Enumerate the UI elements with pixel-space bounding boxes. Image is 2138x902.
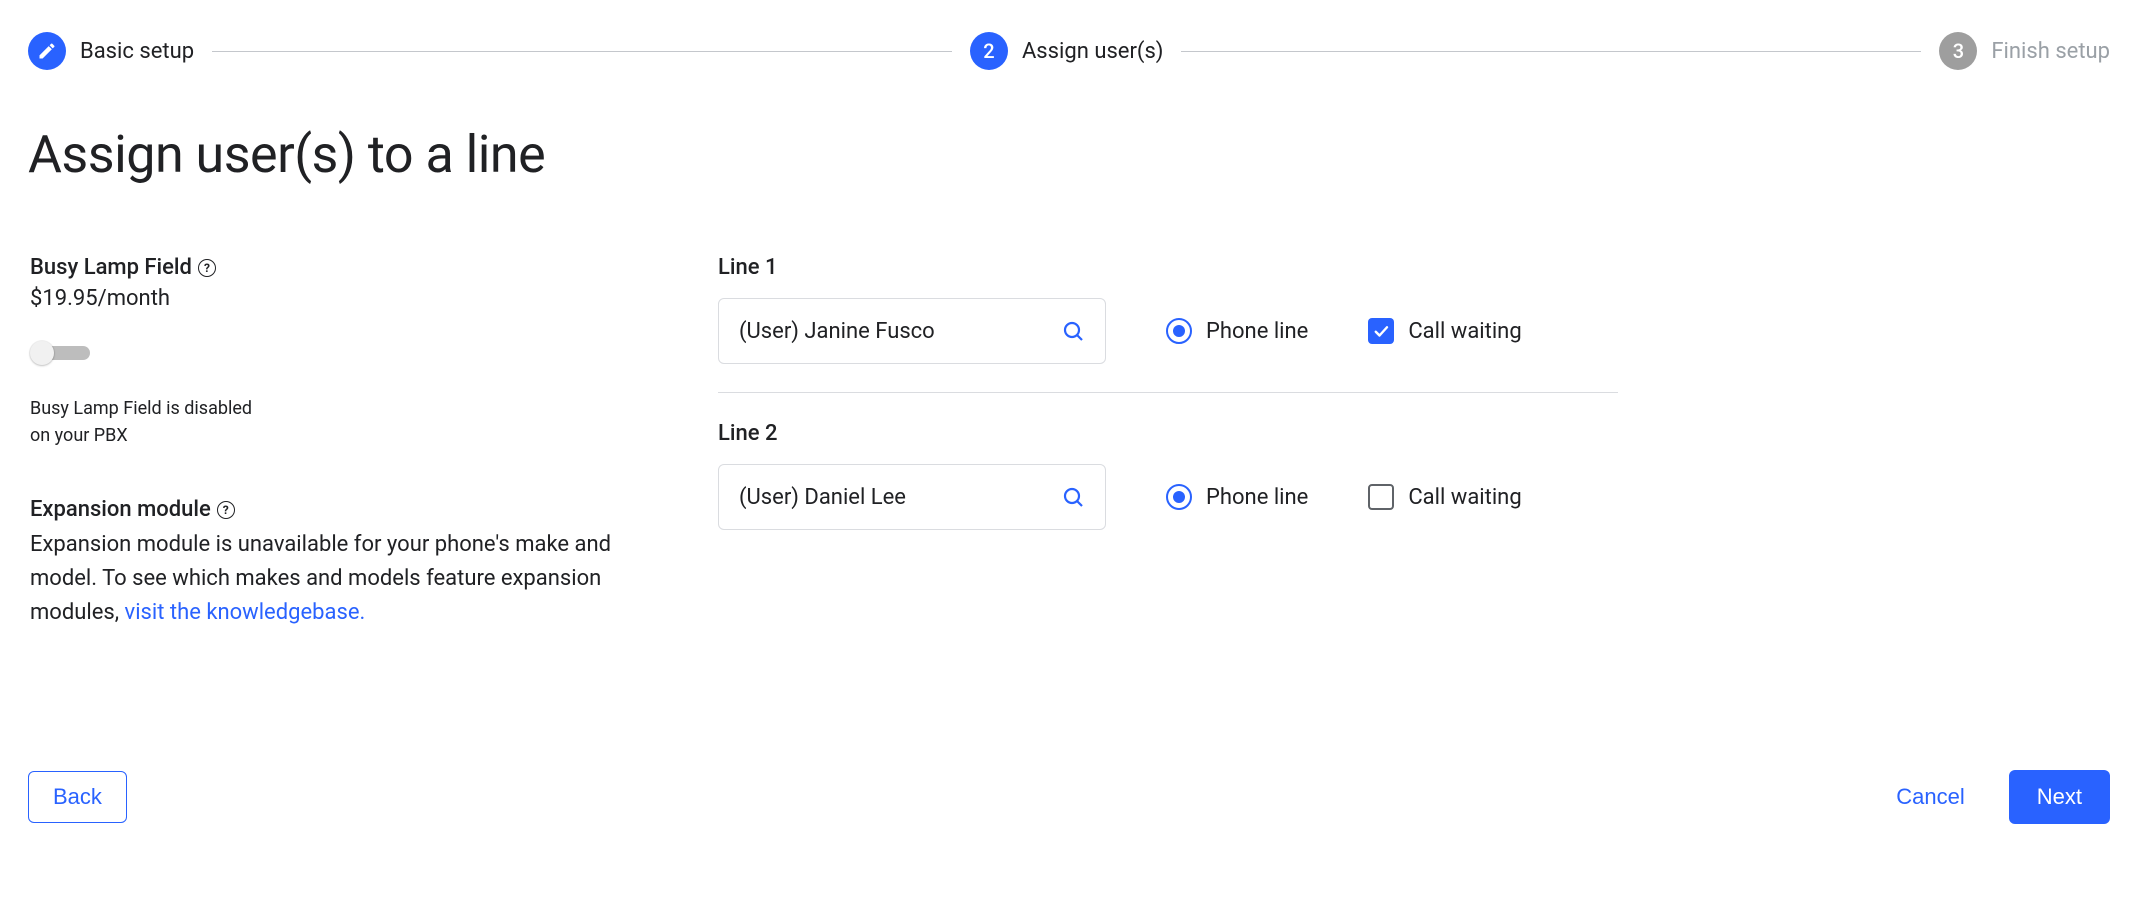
step-finish-setup: 3 Finish setup bbox=[1939, 32, 2110, 70]
cancel-button[interactable]: Cancel bbox=[1872, 770, 1988, 824]
busy-lamp-heading: Busy Lamp Field ? bbox=[30, 255, 216, 280]
page-title: Assign user(s) to a line bbox=[28, 124, 2110, 185]
search-icon bbox=[1061, 319, 1085, 343]
radio-label: Phone line bbox=[1206, 319, 1308, 344]
radio-label: Phone line bbox=[1206, 485, 1308, 510]
line-2-user-picker[interactable]: (User) Daniel Lee bbox=[718, 464, 1106, 530]
expansion-section: Expansion module ? Expansion module is u… bbox=[30, 497, 628, 630]
line-1-phone-line-radio[interactable]: Phone line bbox=[1166, 318, 1308, 344]
divider bbox=[718, 392, 1618, 393]
help-icon[interactable]: ? bbox=[198, 259, 216, 277]
step-connector bbox=[212, 51, 952, 52]
line-2-user-value: (User) Daniel Lee bbox=[739, 485, 906, 510]
step-label-finish: Finish setup bbox=[1991, 39, 2110, 64]
expansion-heading: Expansion module ? bbox=[30, 497, 235, 522]
busy-lamp-section: Busy Lamp Field ? $19.95/month Busy Lamp… bbox=[30, 255, 628, 449]
checkbox-label: Call waiting bbox=[1408, 485, 1521, 510]
line-1-user-picker[interactable]: (User) Janine Fusco bbox=[718, 298, 1106, 364]
footer: Back Cancel Next bbox=[28, 750, 2110, 824]
step-badge-active: 2 bbox=[970, 32, 1008, 70]
check-icon bbox=[1372, 322, 1390, 340]
help-icon[interactable]: ? bbox=[217, 501, 235, 519]
setup-stepper: Basic setup 2 Assign user(s) 3 Finish se… bbox=[28, 32, 2110, 70]
search-icon bbox=[1061, 485, 1085, 509]
busy-lamp-note: Busy Lamp Field is disabledon your PBX bbox=[30, 395, 628, 449]
line-1-user-value: (User) Janine Fusco bbox=[739, 319, 935, 344]
step-label-assign: Assign user(s) bbox=[1022, 39, 1164, 64]
next-button[interactable]: Next bbox=[2009, 770, 2110, 824]
step-basic-setup[interactable]: Basic setup bbox=[28, 32, 194, 70]
line-2-call-waiting-checkbox[interactable]: Call waiting bbox=[1368, 484, 1521, 510]
line-1-label: Line 1 bbox=[718, 255, 1618, 280]
busy-lamp-toggle[interactable] bbox=[30, 341, 94, 365]
back-button[interactable]: Back bbox=[28, 771, 127, 823]
line-2-block: Line 2 (User) Daniel Lee Phone line Call… bbox=[718, 421, 1618, 530]
pencil-icon bbox=[37, 41, 57, 61]
checkbox-label: Call waiting bbox=[1408, 319, 1521, 344]
step-badge-future: 3 bbox=[1939, 32, 1977, 70]
step-assign-users[interactable]: 2 Assign user(s) bbox=[970, 32, 1164, 70]
step-badge-done bbox=[28, 32, 66, 70]
knowledgebase-link[interactable]: visit the knowledgebase. bbox=[125, 600, 366, 625]
line-1-block: Line 1 (User) Janine Fusco Phone line bbox=[718, 255, 1618, 364]
line-2-label: Line 2 bbox=[718, 421, 1618, 446]
busy-lamp-price: $19.95/month bbox=[30, 286, 628, 311]
step-label-basic: Basic setup bbox=[80, 39, 194, 64]
expansion-text: Expansion module is unavailable for your… bbox=[30, 528, 628, 630]
step-connector bbox=[1181, 51, 1921, 52]
line-2-phone-line-radio[interactable]: Phone line bbox=[1166, 484, 1308, 510]
line-1-call-waiting-checkbox[interactable]: Call waiting bbox=[1368, 318, 1521, 344]
